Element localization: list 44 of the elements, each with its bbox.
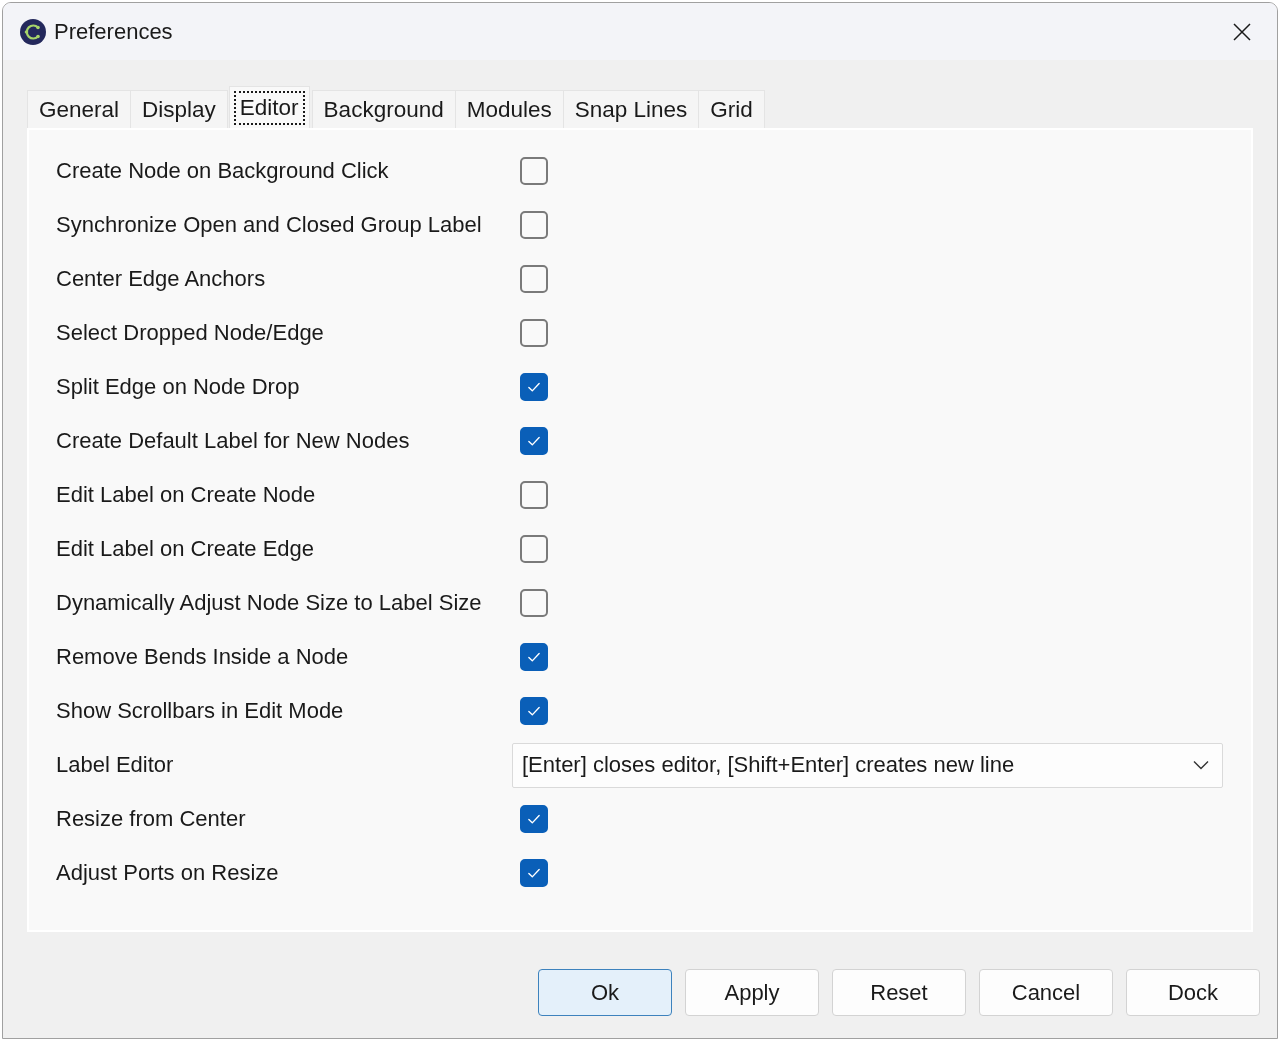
checkbox[interactable] — [520, 697, 548, 725]
window-title: Preferences — [54, 18, 174, 45]
tab[interactable]: Background — [311, 90, 456, 128]
setting-label: Select Dropped Node/Edge — [56, 320, 325, 346]
tab[interactable]: Snap Lines — [562, 90, 700, 128]
close-icon[interactable] — [1233, 22, 1251, 41]
checkbox[interactable] — [520, 319, 548, 347]
setting-label: Split Edge on Node Drop — [56, 374, 301, 400]
setting-label: Show Scrollbars in Edit Mode — [56, 698, 345, 724]
dialog-button[interactable]: Apply — [685, 969, 819, 1016]
dialog-button[interactable]: Dock — [1126, 969, 1260, 1016]
setting-label: Create Node on Background Click — [56, 158, 390, 184]
dialog-button[interactable]: Reset — [832, 969, 966, 1016]
checkbox[interactable] — [520, 481, 548, 509]
checkbox[interactable] — [520, 589, 548, 617]
dropdown[interactable]: [Enter] closes editor, [Shift+Enter] creates new line — [512, 742, 1223, 788]
setting-label: Adjust Ports on Resize — [56, 860, 280, 886]
tab[interactable]: Grid — [698, 90, 765, 128]
dialog-button[interactable]: Cancel — [979, 969, 1113, 1016]
dialog-button[interactable]: Ok — [538, 969, 672, 1016]
setting-label: Label Editor — [56, 752, 175, 778]
tab[interactable]: General — [27, 90, 132, 128]
setting-label: Dynamically Adjust Node Size to Label Size — [56, 590, 483, 616]
setting-label: Remove Bends Inside a Node — [56, 644, 350, 670]
checkbox[interactable] — [520, 427, 548, 455]
checkbox[interactable] — [520, 805, 548, 833]
setting-label: Edit Label on Create Edge — [56, 536, 316, 562]
checkbox[interactable] — [520, 265, 548, 293]
app-logo-icon — [20, 18, 46, 45]
checkbox[interactable] — [520, 859, 548, 887]
tab[interactable]: Display — [130, 90, 228, 128]
setting-label: Create Default Label for New Nodes — [56, 428, 411, 454]
checkbox[interactable] — [520, 211, 548, 239]
setting-label: Edit Label on Create Node — [56, 482, 317, 508]
setting-label: Resize from Center — [56, 806, 247, 832]
setting-label: Synchronize Open and Closed Group Label — [56, 212, 483, 238]
tab[interactable]: Modules — [454, 90, 564, 128]
tab[interactable]: Editor — [228, 86, 310, 128]
chevron-down-icon — [1193, 760, 1209, 770]
checkbox[interactable] — [520, 373, 548, 401]
checkbox[interactable] — [520, 643, 548, 671]
checkbox[interactable] — [520, 157, 548, 185]
setting-label: Center Edge Anchors — [56, 266, 267, 292]
checkbox[interactable] — [520, 535, 548, 563]
